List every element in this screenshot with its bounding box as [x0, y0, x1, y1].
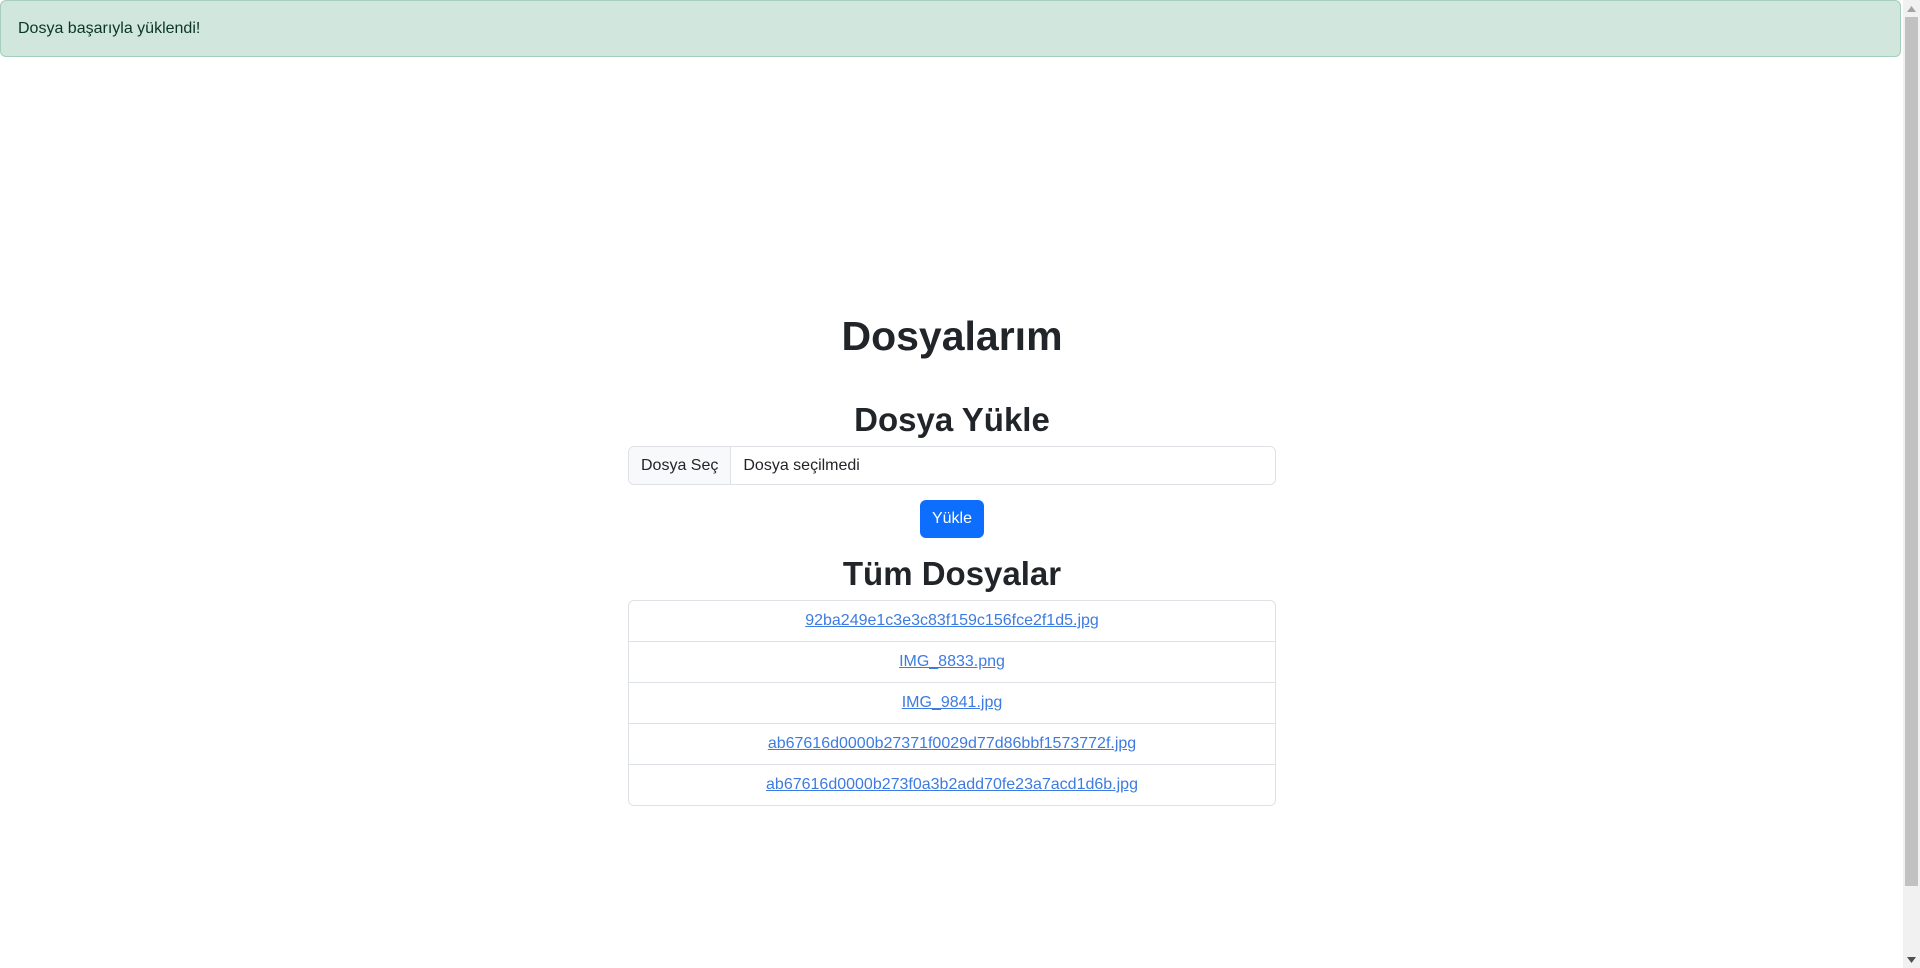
- choose-file-button[interactable]: Dosya Seç: [629, 447, 732, 484]
- file-status-text: Dosya seçilmedi: [743, 456, 860, 474]
- scrollbar-thumb[interactable]: [1905, 17, 1918, 886]
- file-link[interactable]: IMG_9841.jpg: [902, 694, 1003, 712]
- upload-button[interactable]: Yükle: [920, 500, 984, 538]
- scroll-down-arrow-icon[interactable]: [1903, 951, 1920, 968]
- browser-viewport: Dosya başarıyla yüklendi! Dosyalarım Dos…: [0, 0, 1920, 968]
- file-input[interactable]: Dosya Seç Dosya seçilmedi: [628, 446, 1276, 485]
- list-item: 92ba249e1c3e3c83f159c156fce2f1d5.jpg: [629, 601, 1275, 641]
- upload-heading: Dosya Yükle: [854, 401, 1050, 438]
- vertical-scrollbar[interactable]: [1903, 0, 1920, 968]
- list-item: ab67616d0000b273f0a3b2add70fe23a7acd1d6b…: [629, 764, 1275, 805]
- alert-message: Dosya başarıyla yüklendi!: [18, 19, 201, 37]
- list-item: IMG_9841.jpg: [629, 682, 1275, 723]
- file-link[interactable]: IMG_8833.png: [899, 653, 1005, 671]
- success-alert: Dosya başarıyla yüklendi!: [0, 0, 1901, 57]
- list-item: IMG_8833.png: [629, 641, 1275, 682]
- page: Dosya başarıyla yüklendi! Dosyalarım Dos…: [0, 0, 1903, 968]
- file-link[interactable]: ab67616d0000b27371f0029d77d86bbf1573772f…: [768, 735, 1136, 753]
- file-link[interactable]: 92ba249e1c3e3c83f159c156fce2f1d5.jpg: [805, 612, 1099, 630]
- file-link[interactable]: ab67616d0000b273f0a3b2add70fe23a7acd1d6b…: [766, 776, 1138, 794]
- list-item: ab67616d0000b27371f0029d77d86bbf1573772f…: [629, 723, 1275, 764]
- all-files-heading: Tüm Dosyalar: [842, 555, 1062, 592]
- file-list: 92ba249e1c3e3c83f159c156fce2f1d5.jpg IMG…: [628, 600, 1276, 806]
- scroll-up-arrow-icon[interactable]: [1903, 0, 1920, 17]
- page-title: Dosyalarım: [841, 313, 1063, 359]
